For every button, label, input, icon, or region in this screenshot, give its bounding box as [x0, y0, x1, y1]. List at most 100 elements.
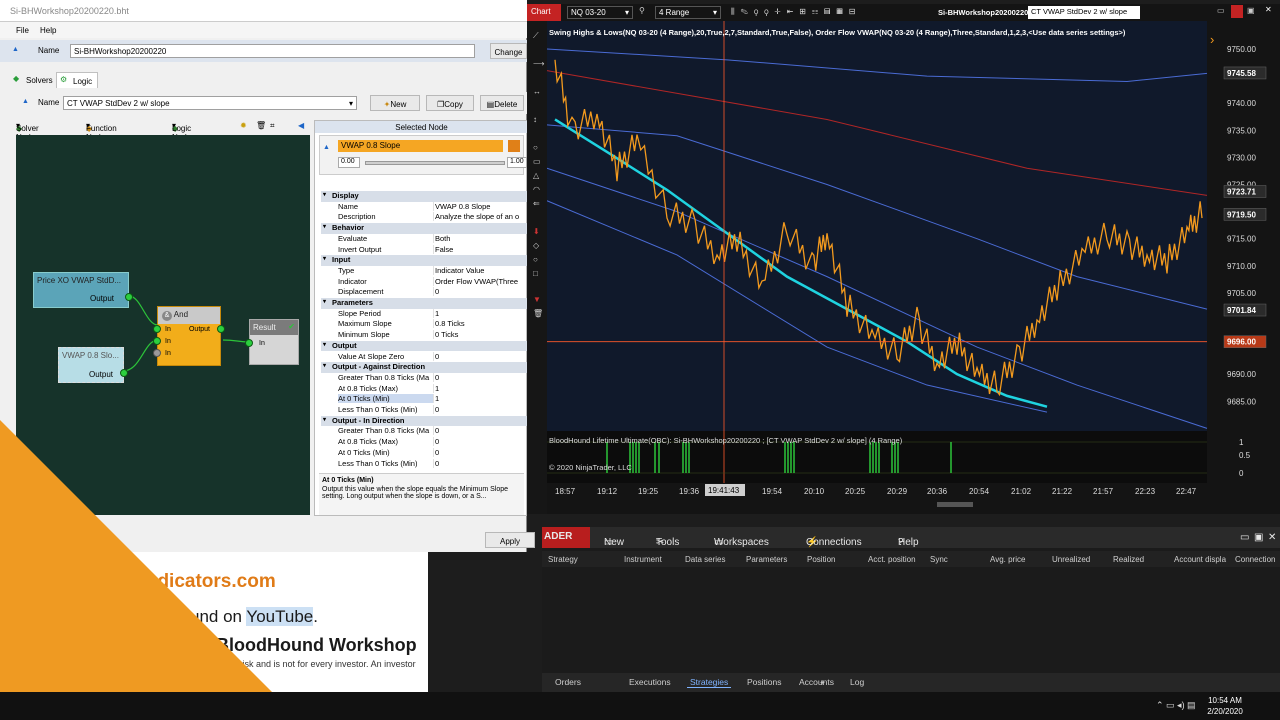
input-port[interactable] [153, 325, 161, 333]
property-row[interactable]: At 0 Ticks (Min) 1 [321, 394, 528, 405]
property-row[interactable]: Type Indicator Value [321, 265, 528, 277]
column-header[interactable]: Account displa [1174, 555, 1226, 564]
property-category[interactable]: Behavior ▾ [321, 223, 528, 234]
collapse-icon[interactable]: ▾ [323, 341, 326, 348]
collapse-left-icon[interactable]: ◀ [298, 121, 304, 130]
new-solver-button[interactable]: ✦New [370, 95, 420, 111]
ray-tool-icon[interactable]: ⟶ [533, 59, 544, 68]
chart-window[interactable]: 9750.00 9740.00 9735.00 9730.00 9725.00 9715.… [527, 4, 1280, 514]
template-name-field[interactable]: Si-BHWorkshop20200220 [70, 44, 475, 58]
chart-tools-icons[interactable]: ⫼✎⚲⚲✛⇤⊞☷▤▦⊟ [731, 7, 862, 17]
property-value[interactable]: 0 [433, 351, 528, 361]
circle-tool-icon[interactable]: ○ [533, 143, 538, 152]
property-value[interactable]: 1 [433, 383, 528, 393]
logic-nodes-menu[interactable]: ◆Logic Nodes ▾ [172, 121, 195, 142]
property-row[interactable]: Description Analyze the slope of an o [321, 212, 528, 223]
property-value[interactable]: 0 [433, 372, 528, 382]
property-row[interactable]: Name VWAP 0.8 Slope [321, 201, 528, 213]
maximize-icon[interactable]: ▣ [1254, 532, 1263, 543]
property-row[interactable]: Less Than 0 Ticks (Min) 0 [321, 458, 528, 470]
column-header[interactable]: Avg. price [990, 555, 1025, 564]
fit-icon[interactable]: ⌗ [270, 121, 275, 131]
column-header[interactable]: Realized [1113, 555, 1144, 564]
collapse-icon[interactable]: ▾ [323, 223, 326, 230]
line-tool-icon[interactable]: ⟋ [533, 31, 539, 41]
tray-icons[interactable]: ⌃ ▭ ◂) ▤ [1156, 700, 1196, 711]
arc-tool-icon[interactable]: ◠ [533, 185, 540, 194]
trash-icon[interactable]: 🗑 [533, 309, 543, 318]
solver-tag[interactable]: CT VWAP StdDev 2 w/ slope [1028, 6, 1140, 19]
property-value[interactable]: 0 [433, 405, 528, 414]
trash-icon[interactable]: 🗑 [256, 121, 266, 130]
output-port[interactable] [125, 293, 133, 301]
arrow-down-icon[interactable]: ⬇ [533, 227, 540, 236]
property-category[interactable]: Output - Against Direction ▾ [321, 362, 528, 373]
column-header[interactable]: Data series [685, 555, 725, 564]
collapse-icon[interactable]: ▾ [323, 255, 326, 262]
property-row[interactable]: Minimum Slope 0 Ticks [321, 330, 528, 341]
property-value[interactable]: 0 [433, 437, 528, 447]
property-row[interactable]: Slope Period 1 [321, 308, 528, 320]
property-value[interactable]: False [433, 244, 528, 254]
extended-line-icon[interactable]: ↔ [533, 87, 541, 96]
triangle-tool-icon[interactable]: △ [533, 171, 539, 180]
add-tab-icon[interactable]: + [817, 677, 828, 687]
property-category[interactable]: Input ▾ [321, 255, 528, 266]
node-and[interactable]: & And In In In Output [153, 306, 225, 366]
column-header[interactable]: Strategy [548, 555, 578, 564]
property-row[interactable]: Evaluate Both [321, 233, 528, 245]
tab-positions[interactable]: Positions [744, 677, 785, 687]
tab-orders[interactable]: Orders [552, 677, 584, 687]
property-value[interactable]: Order Flow VWAP(Three [433, 276, 528, 286]
column-header[interactable]: Acct. position [868, 555, 916, 564]
property-value[interactable]: Analyze the slope of an o [433, 212, 528, 222]
property-row[interactable]: Invert Output False [321, 244, 528, 256]
menu-help[interactable]: Help [40, 26, 56, 35]
property-row[interactable]: Greater Than 0.8 Ticks (Ma 0 [321, 372, 528, 384]
property-value[interactable]: 1 [433, 394, 528, 404]
collapse-icon[interactable]: ▾ [323, 191, 326, 198]
collapse-up-icon[interactable]: ▲ [22, 98, 29, 105]
property-row[interactable]: Greater Than 0.8 Ticks (Ma 0 [321, 426, 528, 437]
solver-select[interactable]: CT VWAP StdDev 2 w/ slope ▾ [63, 96, 357, 110]
column-header[interactable]: Instrument [624, 555, 662, 564]
column-header[interactable]: Sync [930, 555, 948, 564]
copy-solver-button[interactable]: ❐Copy [426, 95, 474, 111]
tab-logic[interactable]: ⚙ Logic [56, 72, 98, 88]
collapse-icon[interactable]: ▾ [323, 298, 326, 305]
column-header[interactable]: Parameters [746, 555, 787, 564]
collapse-icon[interactable]: ▾ [323, 416, 326, 423]
tab-strategies[interactable]: Strategies [687, 677, 732, 688]
menu-file[interactable]: File [16, 26, 29, 35]
property-value[interactable]: 0 [433, 287, 528, 297]
input-port[interactable] [153, 349, 161, 357]
search-icon[interactable]: ⚲ [639, 6, 645, 15]
property-value[interactable]: 0 [433, 458, 528, 468]
scroll-right-icon[interactable]: › [1210, 32, 1214, 47]
tab-log[interactable]: Log [847, 677, 867, 687]
property-row[interactable]: Displacement 0 [321, 287, 528, 298]
minimize-icon[interactable]: ▭ [1217, 6, 1225, 15]
property-value[interactable]: VWAP 0.8 Slope [433, 201, 528, 211]
property-value[interactable]: 0.8 Ticks [433, 319, 528, 329]
property-row[interactable]: At 0.8 Ticks (Max) 0 [321, 437, 528, 448]
clock[interactable]: 10:54 AM 2/20/2020 [1195, 695, 1255, 717]
bar-type-selector[interactable]: 4 Range ▾ [655, 6, 721, 19]
arrow-down-icon[interactable]: ▼ [533, 295, 541, 304]
tab-solvers[interactable]: ◆ Solvers [10, 72, 54, 88]
property-value[interactable]: 0 [433, 426, 528, 436]
weight-slider[interactable] [365, 161, 505, 165]
node-vwap-slope[interactable]: VWAP 0.8 Slo... Output [58, 347, 128, 383]
dot-tool-icon[interactable]: ○ [533, 255, 538, 264]
property-row[interactable]: Value At Slope Zero 0 [321, 351, 528, 363]
tab-executions[interactable]: Executions [626, 677, 674, 687]
diamond-tool-icon[interactable]: ◇ [533, 241, 539, 250]
output-port[interactable] [120, 369, 128, 377]
collapse-up-icon[interactable]: ▲ [323, 144, 330, 151]
property-row[interactable]: At 0 Ticks (Min) 0 [321, 447, 528, 459]
property-value[interactable]: 0 Ticks [433, 330, 528, 340]
instrument-selector[interactable]: NQ 03-20 ▾ [567, 6, 633, 19]
property-row[interactable]: At 0.8 Ticks (Max) 1 [321, 383, 528, 395]
column-header[interactable]: Position [807, 555, 835, 564]
node-result[interactable]: Result ✔ In [245, 319, 299, 365]
